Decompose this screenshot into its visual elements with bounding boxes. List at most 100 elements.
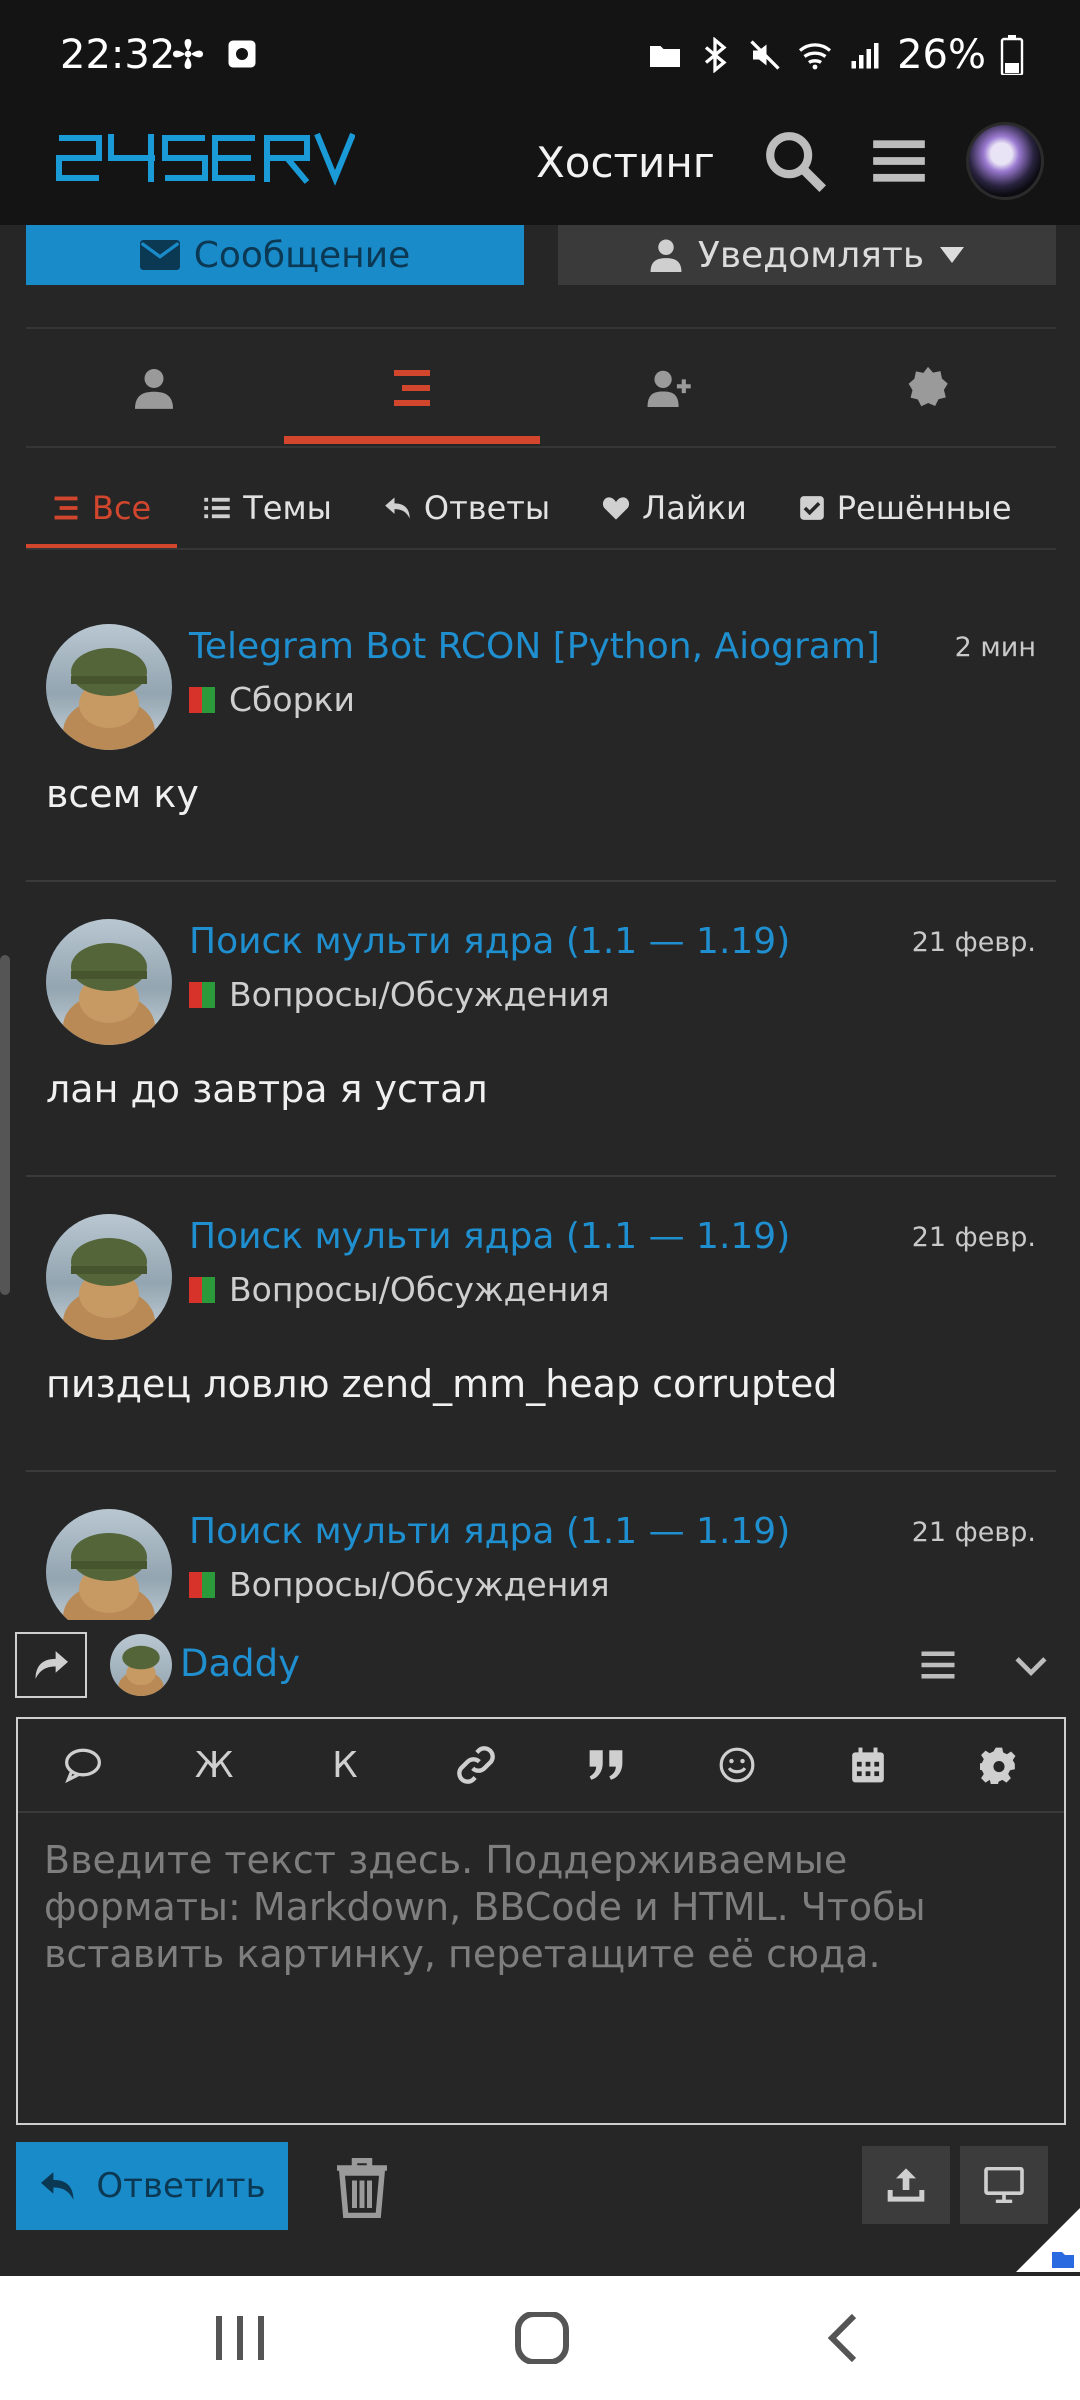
search-icon[interactable] <box>760 126 830 196</box>
post-body: всем ку <box>46 772 199 816</box>
site-logo[interactable] <box>55 130 355 186</box>
chevron-down-icon[interactable] <box>1012 1648 1050 1682</box>
smiley-icon <box>719 1747 755 1783</box>
notify-button-label: Уведомлять <box>697 234 925 276</box>
list-item: Telegram Bot RCON [Python, Aiogram] 2 ми… <box>26 604 1056 882</box>
settings-button[interactable] <box>933 1719 1064 1811</box>
category-swatch <box>189 1276 215 1303</box>
post-time: 2 мин <box>954 632 1036 663</box>
filter-replies-label: Ответы <box>423 489 551 527</box>
filter-likes[interactable]: Лайки <box>576 468 773 548</box>
avatar[interactable] <box>46 1214 172 1340</box>
menu-icon[interactable] <box>868 130 930 192</box>
filter-all[interactable]: Все <box>26 468 178 548</box>
italic-label: К <box>332 1744 358 1786</box>
message-button[interactable]: Сообщение <box>26 225 524 285</box>
caret-down-icon <box>940 247 965 263</box>
speech-bubble-icon <box>65 1748 102 1783</box>
message-button-label: Сообщение <box>193 234 411 276</box>
post-title[interactable]: Поиск мульти ядра (1.1 — 1.19) <box>189 921 790 962</box>
hamburger-icon[interactable] <box>920 1648 956 1682</box>
bullet-list-icon <box>204 497 230 519</box>
upload-button[interactable] <box>862 2146 950 2224</box>
share-arrow-icon <box>35 1651 68 1679</box>
post-category[interactable]: Вопросы/Обсуждения <box>189 1270 610 1309</box>
filter-all-label: Все <box>92 489 152 527</box>
screen-record-icon <box>228 40 256 68</box>
user-plus-icon <box>647 370 691 407</box>
reply-to-username[interactable]: Daddy <box>180 1642 300 1685</box>
emoji-button[interactable] <box>672 1719 803 1811</box>
tab-profile[interactable] <box>26 332 282 444</box>
link-button[interactable] <box>410 1719 541 1811</box>
comment-button[interactable] <box>18 1719 149 1811</box>
calendar-icon <box>852 1747 884 1783</box>
filter-solved-label: Решённые <box>836 489 1012 527</box>
divider <box>26 880 1056 882</box>
user-avatar[interactable] <box>966 122 1044 200</box>
hosting-link[interactable]: Хостинг <box>536 138 715 187</box>
battery-icon <box>1000 35 1024 75</box>
filter-solved[interactable]: Решённые <box>773 468 1038 548</box>
quote-icon <box>590 1750 623 1780</box>
post-category[interactable]: Вопросы/Обсуждения <box>189 1565 610 1604</box>
list-icon <box>394 370 430 406</box>
tab-badges[interactable] <box>800 332 1056 444</box>
reply-mode-button[interactable] <box>15 1632 87 1698</box>
divider <box>26 548 1056 550</box>
tab-activity[interactable] <box>284 332 540 444</box>
italic-button[interactable]: К <box>280 1719 411 1811</box>
check-square-icon <box>799 496 824 520</box>
post-title[interactable]: Поиск мульти ядра (1.1 — 1.19) <box>189 1511 790 1552</box>
list-item: Поиск мульти ядра (1.1 — 1.19) 21 февр. … <box>26 1489 1056 1620</box>
post-title[interactable]: Telegram Bot RCON [Python, Aiogram] <box>189 626 880 667</box>
trash-icon[interactable] <box>334 2158 390 2218</box>
editor-toolbar: Ж К <box>18 1719 1064 1813</box>
user-icon <box>650 239 682 272</box>
list-item: Поиск мульти ядра (1.1 — 1.19) 21 февр. … <box>26 1194 1056 1472</box>
avatar[interactable] <box>46 1509 172 1620</box>
reply-textarea[interactable] <box>18 1815 1064 2123</box>
category-label: Вопросы/Обсуждения <box>229 1270 610 1309</box>
category-swatch <box>189 1571 215 1598</box>
tab-followers[interactable] <box>542 332 798 444</box>
post-body: лан до завтра я устал <box>46 1067 488 1111</box>
post-category[interactable]: Сборки <box>189 680 355 719</box>
back-icon[interactable] <box>814 2312 874 2364</box>
reply-button[interactable]: Ответить <box>16 2142 288 2230</box>
post-category[interactable]: Вопросы/Обсуждения <box>189 975 610 1014</box>
category-label: Сборки <box>229 680 355 719</box>
heart-icon <box>603 497 630 520</box>
reply-button-label: Ответить <box>96 2166 266 2206</box>
bold-button[interactable]: Ж <box>149 1719 280 1811</box>
divider <box>26 1175 1056 1177</box>
category-swatch <box>189 686 215 713</box>
category-swatch <box>189 981 215 1008</box>
scroll-handle[interactable] <box>0 955 10 1295</box>
fan-icon <box>173 39 203 69</box>
avatar[interactable] <box>46 919 172 1045</box>
bluetooth-icon <box>705 37 727 73</box>
filter-likes-label: Лайки <box>642 489 747 527</box>
divider <box>26 1470 1056 1472</box>
clock: 22:32 <box>60 32 176 78</box>
list-icon <box>54 496 78 520</box>
link-icon <box>456 1746 495 1784</box>
notify-button[interactable]: Уведомлять <box>558 225 1056 285</box>
list-item: Поиск мульти ядра (1.1 — 1.19) 21 февр. … <box>26 899 1056 1177</box>
home-icon[interactable] <box>512 2312 572 2364</box>
recent-apps-icon[interactable] <box>210 2312 270 2364</box>
upload-icon <box>887 2168 925 2202</box>
avatar[interactable] <box>46 624 172 750</box>
post-time: 21 февр. <box>911 927 1036 958</box>
quote-button[interactable] <box>541 1719 672 1811</box>
site-header: Хостинг <box>0 110 1080 225</box>
category-label: Вопросы/Обсуждения <box>229 975 610 1014</box>
battery-percent: 26% <box>897 32 986 78</box>
calendar-button[interactable] <box>803 1719 934 1811</box>
filter-topics[interactable]: Темы <box>177 468 358 548</box>
status-bar: 22:32 26% <box>0 0 1080 110</box>
folder-badge-icon[interactable] <box>1016 2208 1080 2272</box>
post-title[interactable]: Поиск мульти ядра (1.1 — 1.19) <box>189 1216 790 1257</box>
filter-replies[interactable]: Ответы <box>358 468 576 548</box>
